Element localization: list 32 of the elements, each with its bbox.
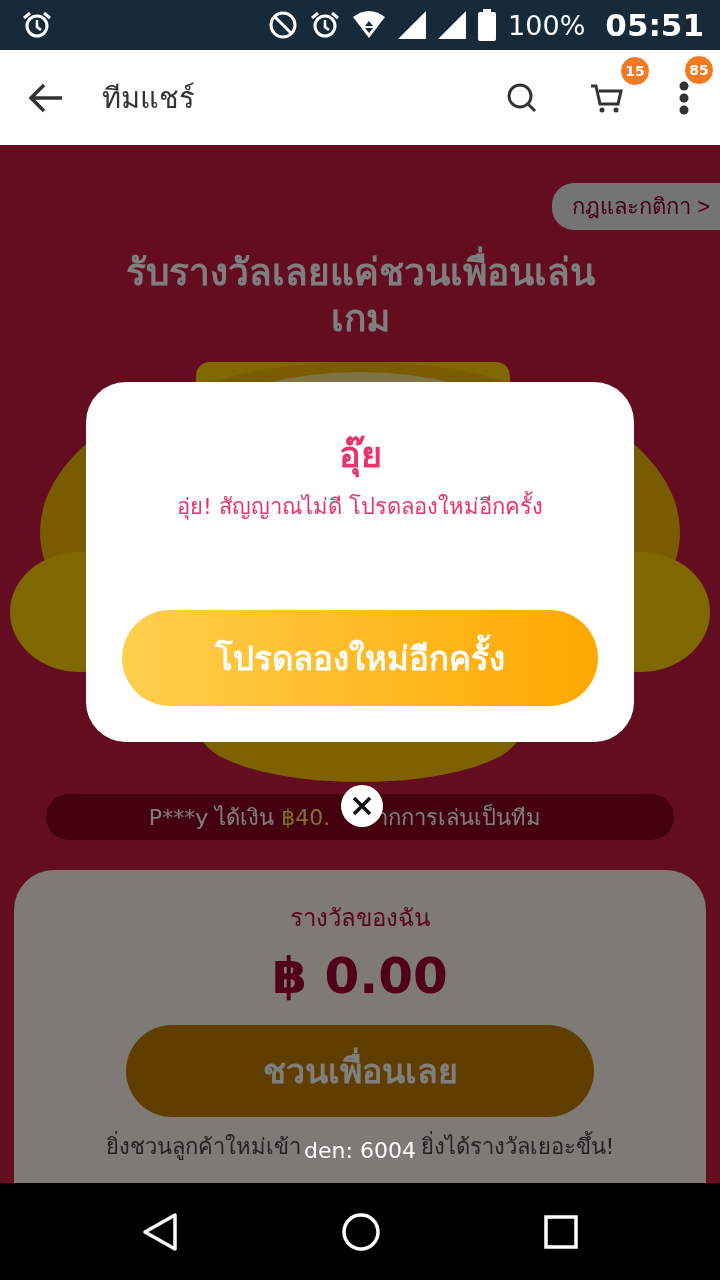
- rules-link[interactable]: กฎและกติกา >: [552, 183, 720, 230]
- reward-amount: ฿ 0.00: [272, 947, 448, 1005]
- retry-button[interactable]: โปรดลองใหม่อีกครั้ง: [122, 610, 598, 706]
- signal-icon: [398, 11, 427, 39]
- cart-count-badge: 15: [620, 55, 650, 86]
- search-button[interactable]: [506, 81, 538, 114]
- wifi-icon: [352, 11, 387, 39]
- battery-icon: [478, 9, 497, 41]
- close-icon: [352, 796, 372, 816]
- recents-nav-button[interactable]: [544, 1214, 579, 1249]
- toast-message: den: 6004: [304, 1138, 416, 1163]
- ticker-text: P***y ได้เงิน ฿40.: [148, 803, 331, 832]
- ticker-text: ากการเล่นเป็นทีม: [376, 802, 542, 832]
- reward-label: รางวัลของฉัน: [290, 903, 430, 934]
- reward-note: ยิ่งได้รางวัลเยอะขึ้น!: [420, 1129, 615, 1164]
- page-title: ทีมแชร์: [102, 79, 196, 117]
- dialog-message: อุ่ย! สัญญาณไม่ดี โปรดลองใหม่อีกครั้ง: [177, 489, 543, 524]
- do-not-disturb-icon: [268, 10, 299, 40]
- home-nav-button[interactable]: [341, 1211, 381, 1252]
- invite-button[interactable]: ชวนเพื่อนเลย: [126, 1025, 594, 1117]
- menu-button[interactable]: [678, 80, 690, 115]
- alarm-icon: [22, 10, 52, 40]
- clock: 05:51: [605, 7, 704, 43]
- dialog-title: อุ๊ย: [338, 426, 382, 483]
- close-button[interactable]: [341, 785, 383, 827]
- back-button[interactable]: [28, 82, 64, 113]
- alarm-icon: [310, 10, 341, 40]
- reward-note: ยิ่งชวนลูกค้าใหม่เข้า: [105, 1129, 301, 1164]
- battery-level: 100%: [508, 9, 586, 41]
- back-nav-button[interactable]: [141, 1211, 178, 1252]
- signal-icon: [438, 11, 467, 39]
- notification-badge: 85: [684, 54, 714, 85]
